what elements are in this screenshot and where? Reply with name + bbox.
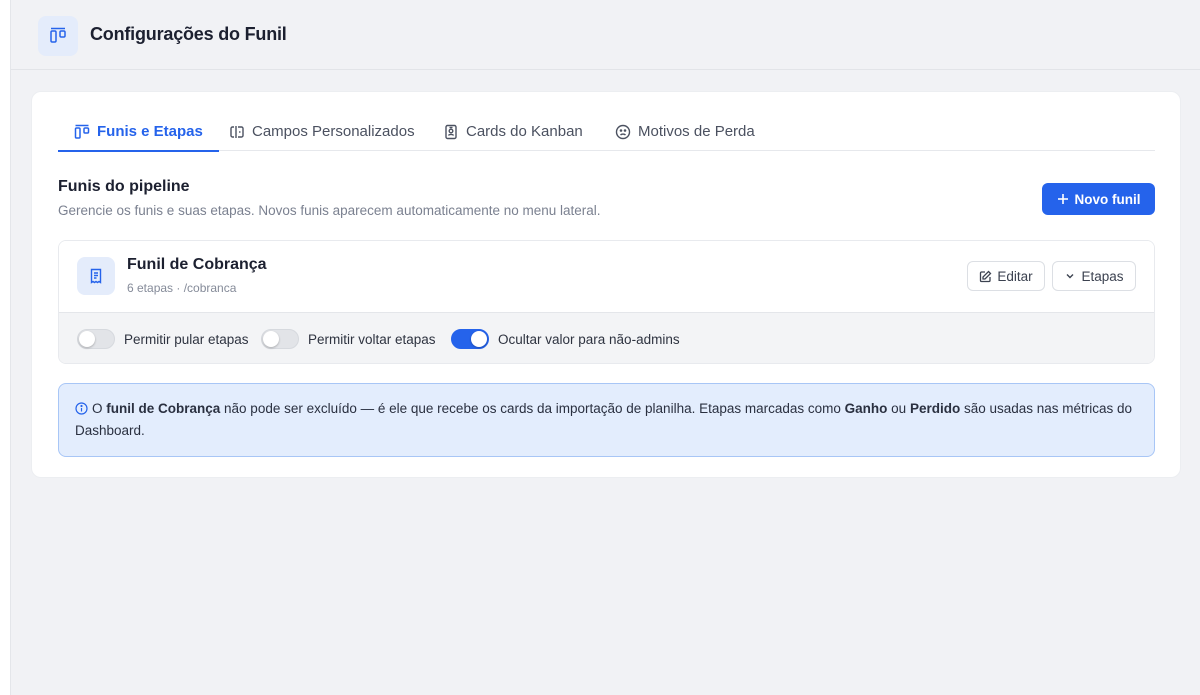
tab-label: Funis e Etapas [97,123,203,140]
tab-campos-personalizados[interactable]: Campos Personalizados [213,112,431,151]
toggle-label: Ocultar valor para não-admins [498,331,680,347]
funnel-card: Funil de Cobrança 6 etapas · /cobranca E… [58,240,1155,364]
toggle-switch[interactable] [261,329,299,349]
new-funnel-button[interactable]: Novo funil [1042,183,1155,215]
tab-funis-e-etapas[interactable]: Funis e Etapas [58,112,219,152]
info-text: ou [887,401,910,416]
sidebar-edge [0,0,11,695]
funnel-meta: 6 etapas · /cobranca [127,281,237,295]
stages-label: Etapas [1081,268,1124,284]
tab-label: Motivos de Perda [638,123,755,140]
toggle-knob [79,331,95,347]
info-text: O [92,401,107,416]
edit-funnel-button[interactable]: Editar [967,261,1045,291]
toggle-knob [471,331,487,347]
edit-label: Editar [997,268,1033,284]
id-card-icon [445,124,457,139]
tab-label: Cards do Kanban [466,123,583,140]
tab-motivos-de-perda[interactable]: Motivos de Perda [599,112,771,151]
kanban-icon [74,124,90,139]
page-title: Configurações do Funil [90,24,287,44]
tab-label: Campos Personalizados [252,123,415,140]
kanban-icon [38,16,78,56]
toggle-back-stages[interactable]: Permitir voltar etapas [261,329,436,349]
info-notice: O funil de Cobrança não pode ser excluíd… [58,383,1155,457]
info-text: não pode ser excluído — é ele que recebe… [220,401,845,416]
text-cursor-input-icon [230,125,244,138]
section-subtitle: Gerencie os funis e suas etapas. Novos f… [58,203,601,218]
info-bold-won: Ganho [844,401,888,416]
toggle-label: Permitir pular etapas [124,331,249,347]
frown-icon [615,124,631,139]
funnel-options: Permitir pular etapas Permitir voltar et… [59,313,1154,363]
chevron-down-icon [1066,274,1074,279]
toggle-label: Permitir voltar etapas [308,331,436,347]
info-bold-lost: Perdido [909,401,961,416]
toggle-switch[interactable] [77,329,115,349]
toggle-switch[interactable] [451,329,489,349]
edit-icon [980,270,992,282]
new-funnel-label: Novo funil [1074,191,1141,207]
section-title: Funis do pipeline [58,178,190,195]
funnel-card-header: Funil de Cobrança 6 etapas · /cobranca E… [59,241,1154,313]
settings-card: Funis e Etapas Campos Personalizados Car… [31,91,1181,478]
page-header: Configurações do Funil [11,0,1200,70]
plus-icon [1057,194,1068,204]
receipt-icon [77,257,115,295]
info-icon [75,402,88,415]
tab-cards-do-kanban[interactable]: Cards do Kanban [427,112,599,151]
toggle-knob [263,331,279,347]
tab-bar: Funis e Etapas Campos Personalizados Car… [58,112,1155,152]
funnel-name: Funil de Cobrança [127,256,267,273]
toggle-stages-button[interactable]: Etapas [1052,261,1136,291]
toggle-skip-stages[interactable]: Permitir pular etapas [77,329,249,349]
toggle-hide-value[interactable]: Ocultar valor para não-admins [451,329,680,349]
info-bold-funnel: funil de Cobrança [106,401,221,416]
